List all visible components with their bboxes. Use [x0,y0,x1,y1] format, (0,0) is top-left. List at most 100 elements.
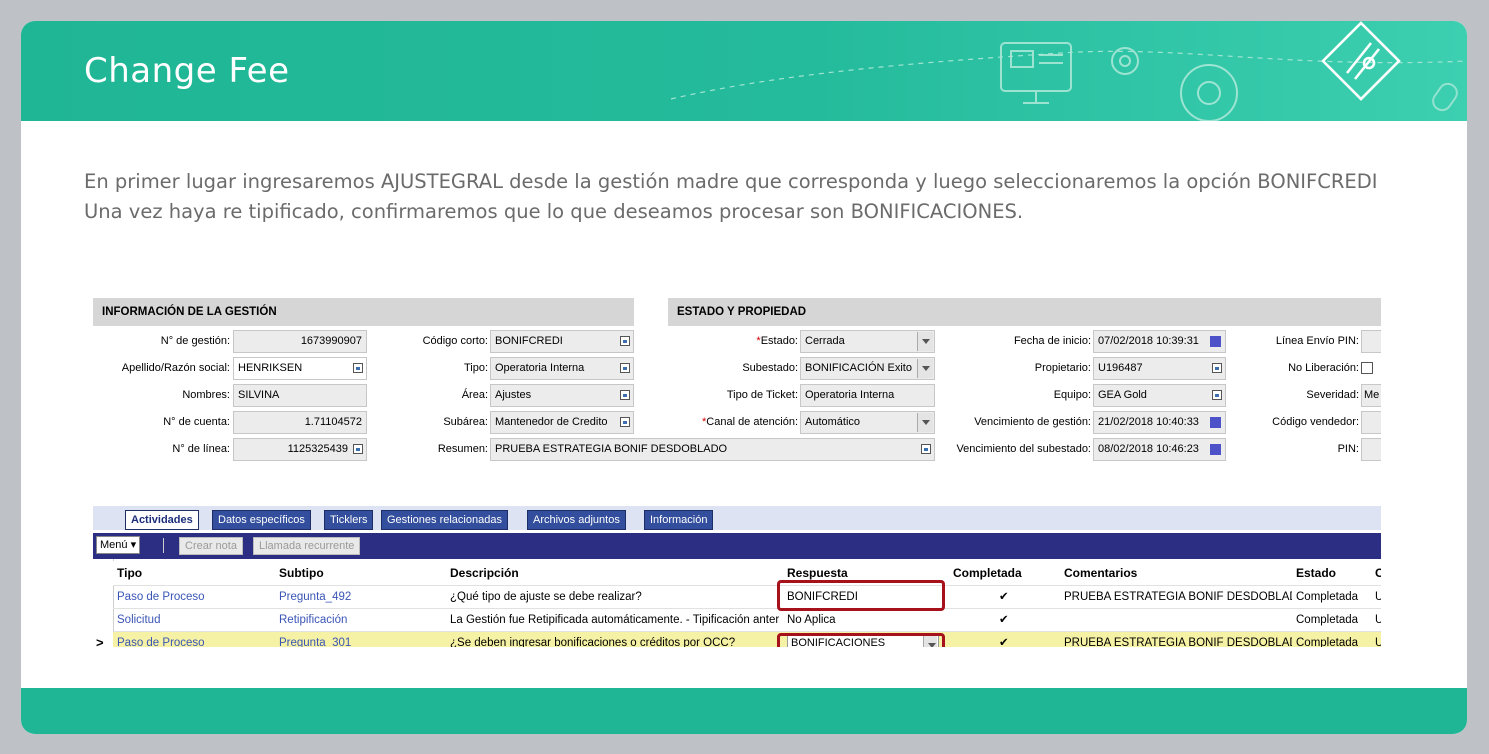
selected-row-arrow-icon: > [96,635,104,647]
label-resumen: Resumen: [437,443,488,455]
tab-datos-especificos[interactable]: Datos específicos [212,510,311,530]
col-comentarios[interactable]: Comentarios [1064,561,1137,585]
select-canal[interactable]: Automático [800,411,935,434]
cell-subtipo[interactable]: Pregunta_492 [279,586,444,608]
highlight-respuesta-bonificaciones [777,633,945,647]
field-pin[interactable] [1361,438,1381,461]
field-resumen[interactable]: PRUEBA ESTRATEGIA BONIF DESDOBLADO [490,438,935,461]
notes-icon[interactable] [921,444,931,454]
table-row[interactable]: Paso de Proceso Pregunta_492 ¿Qué tipo d… [113,585,1381,609]
checkbox-no-liberacion[interactable] [1361,362,1373,374]
field-tipo-value: Operatoria Interna [495,362,585,374]
select-estado[interactable]: Cerrada [800,330,935,353]
field-tipo[interactable]: Operatoria Interna [490,357,634,380]
label-no-liberacion: No Liberación: [1288,362,1359,374]
field-severidad[interactable]: Me [1361,384,1381,407]
calendar-icon[interactable] [1210,444,1221,455]
col-estado[interactable]: Estado [1296,561,1336,585]
label-nombres: Nombres: [182,389,230,401]
label-subestado: Subestado: [742,362,798,374]
recurring-call-button[interactable]: Llamada recurrente [253,537,361,555]
cell-tipo[interactable]: Solicitud [117,609,275,631]
lookup-icon[interactable] [1212,363,1222,373]
lookup-icon[interactable] [620,363,630,373]
cell-subtipo[interactable]: Pregunta_301 [279,632,444,647]
field-tipo-ticket[interactable]: Operatoria Interna [800,384,935,407]
label-pin: PIN: [1337,443,1359,455]
col-c[interactable]: C [1375,561,1381,585]
chevron-down-icon[interactable] [917,332,933,351]
field-codigo-vendedor[interactable] [1361,411,1381,434]
table-row-selected[interactable]: Paso de Proceso Pregunta_301 ¿Se deben i… [113,631,1381,647]
intro-paragraph: En primer lugar ingresaremos AJUSTEGRAL … [84,170,1378,223]
slide-card: Change Fee En primer lugar ingresaremos … [21,21,1467,734]
slide-title: Change Fee [84,51,290,91]
label-subarea: Subárea: [443,416,488,428]
label-tipo-ticket: Tipo de Ticket: [726,389,798,401]
col-tipo[interactable]: Tipo [117,561,142,585]
tab-gestiones-relacionadas[interactable]: Gestiones relacionadas [381,510,508,530]
cell-c: U [1375,637,1381,647]
field-equipo[interactable]: GEA Gold [1093,384,1226,407]
footer-band [21,688,1467,734]
select-subestado[interactable]: BONIFICACIÓN Exito [800,357,935,380]
field-area[interactable]: Ajustes [490,384,634,407]
create-note-button[interactable]: Crear nota [179,537,243,555]
cell-tipo[interactable]: Paso de Proceso [117,632,275,647]
highlight-respuesta-bonifcredi [777,580,945,611]
tab-archivos-adjuntos[interactable]: Archivos adjuntos [527,510,626,530]
field-propietario[interactable]: U196487 [1093,357,1226,380]
cell-tipo[interactable]: Paso de Proceso [117,586,275,608]
field-codigo-corto-value: BONIFCREDI [495,335,563,347]
select-estado-value: Cerrada [805,335,845,347]
cell-estado: Completada [1296,637,1359,647]
label-linea-envio-pin: Línea Envío PIN: [1275,335,1359,347]
col-completada[interactable]: Completada [953,561,1022,585]
cell-respuesta[interactable]: No Aplica [787,609,937,631]
tab-ticklers[interactable]: Ticklers [324,510,374,530]
lookup-icon[interactable] [620,417,630,427]
field-apellido-value: HENRIKSEN [238,362,303,374]
field-cuenta[interactable]: 1.71104572 [233,411,367,434]
field-propietario-value: U196487 [1098,362,1143,374]
field-apellido[interactable]: HENRIKSEN [233,357,367,380]
calendar-icon[interactable] [1210,417,1221,428]
calendar-icon[interactable] [1210,336,1221,347]
lookup-icon[interactable] [620,336,630,346]
col-descripcion[interactable]: Descripción [450,561,519,585]
field-venc-subestado[interactable]: 08/02/2018 10:46:23 [1093,438,1226,461]
field-area-value: Ajustes [495,389,532,401]
field-linea[interactable]: 1125325439 [233,438,367,461]
row-indicator-column [93,559,114,647]
table-row[interactable]: Solicitud Retipificación La Gestión fue … [113,608,1381,632]
label-propietario: Propietario: [1034,362,1091,374]
field-fecha-inicio-value: 07/02/2018 10:39:31 [1098,335,1199,347]
col-subtipo[interactable]: Subtipo [279,561,324,585]
field-subarea[interactable]: Mantenedor de Credito [490,411,634,434]
lookup-icon[interactable] [1212,390,1222,400]
menu-button[interactable]: Menú ▾ [96,536,141,554]
lookup-icon[interactable] [353,444,363,454]
chevron-down-icon[interactable] [917,413,933,432]
check-icon: ✔ [999,591,1009,603]
field-linea-envio-pin[interactable] [1361,330,1381,353]
section-estado-header: ESTADO Y PROPIEDAD [668,298,1381,326]
field-codigo-corto[interactable]: BONIFCREDI [490,330,634,353]
lookup-icon[interactable] [620,390,630,400]
tab-actividades[interactable]: Actividades [125,510,199,530]
check-icon: ✔ [999,637,1009,647]
cell-subtipo[interactable]: Retipificación [279,609,444,631]
field-venc-gestion[interactable]: 21/02/2018 10:40:33 [1093,411,1226,434]
field-gestion[interactable]: 1673990907 [233,330,367,353]
label-codigo-corto: Código corto: [422,335,488,347]
label-linea: N° de línea: [172,443,230,455]
label-area: Área: [461,389,488,401]
lookup-icon[interactable] [353,363,363,373]
cell-comentarios: PRUEBA ESTRATEGIA BONIF DESDOBLADO [1064,637,1292,647]
cell-comentarios: PRUEBA ESTRATEGIA BONIF DESDOBLADO [1064,591,1292,603]
chevron-down-icon[interactable] [917,359,933,378]
field-fecha-inicio[interactable]: 07/02/2018 10:39:31 [1093,330,1226,353]
field-nombres[interactable]: SILVINA [233,384,367,407]
tab-informacion[interactable]: Información [644,510,714,530]
check-icon: ✔ [999,614,1009,626]
